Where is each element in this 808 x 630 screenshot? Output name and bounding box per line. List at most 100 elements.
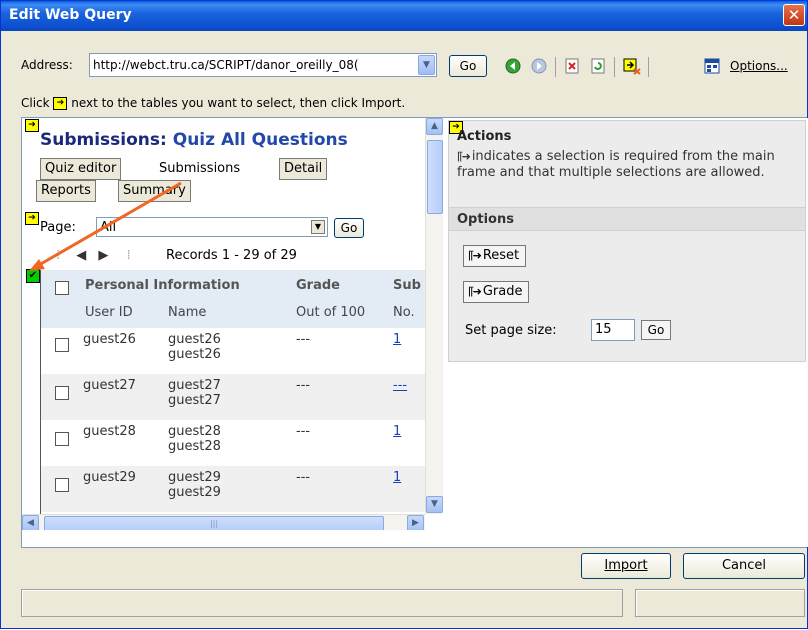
select-table-arrow-icon[interactable]: ➔ <box>25 212 39 225</box>
status-bar-secondary <box>635 589 805 617</box>
select-table-arrow-icon: ➔ <box>53 97 68 110</box>
reset-button[interactable]: ⌈⌈➜ Reset <box>463 245 527 267</box>
toolbar-separator <box>555 57 556 77</box>
tab-quiz-editor[interactable]: Quiz editor <box>40 158 122 180</box>
vertical-scroll-thumb[interactable] <box>427 140 443 214</box>
cell-name-line1: guest29 <box>168 470 221 485</box>
page-size-label: Set page size: <box>465 323 557 338</box>
stop-icon[interactable] <box>563 57 581 75</box>
prev-page-icon[interactable]: ◀ <box>76 248 86 263</box>
horizontal-scroll-thumb[interactable]: ||| <box>44 516 384 530</box>
row-checkbox[interactable] <box>55 432 69 446</box>
multi-select-icon: ⌈⌈➜ <box>468 249 482 262</box>
scroll-left-icon[interactable]: ◀ <box>22 515 39 530</box>
vertical-scrollbar[interactable]: ▲ ▼ <box>425 118 443 514</box>
options-header: Options <box>449 207 805 231</box>
cell-user-id: guest28 <box>83 424 136 439</box>
tab-summary[interactable]: Summary <box>118 180 191 202</box>
options-button[interactable]: Options... <box>730 59 788 73</box>
cell-grade: --- <box>296 424 311 439</box>
window-title: Edit Web Query <box>9 7 132 23</box>
page-select[interactable]: All ▼ <box>96 217 328 237</box>
tab-submissions[interactable]: Submissions <box>154 158 246 180</box>
toolbar-separator <box>648 57 649 77</box>
scroll-down-icon[interactable]: ▼ <box>426 496 443 513</box>
cell-user-id: guest29 <box>83 470 136 485</box>
web-preview-frame: ➔ Submissions: Quiz All Questions Quiz e… <box>21 117 808 548</box>
import-button[interactable]: Import <box>581 553 671 579</box>
hint-click-label: Click <box>21 96 50 110</box>
address-label: Address: <box>21 58 73 72</box>
tab-reports[interactable]: Reports <box>36 180 96 202</box>
select-table-arrow-icon[interactable]: ➔ <box>25 119 39 132</box>
grade-label: Grade <box>482 284 523 299</box>
cell-sub-link[interactable]: 1 <box>393 332 401 347</box>
cell-name-line1: guest27 <box>168 378 221 393</box>
hint-instruction-label: next to the tables you want to select, t… <box>71 96 406 110</box>
main-frame: ➔ Submissions: Quiz All Questions Quiz e… <box>22 118 446 530</box>
header-sub: Sub <box>393 278 421 293</box>
title-quiz: Quiz All Questions <box>172 130 348 150</box>
multi-select-icon: ⌈⌈➜ <box>468 285 482 298</box>
select-all-checkbox[interactable] <box>55 281 69 295</box>
cell-sub-link[interactable]: 1 <box>393 424 401 439</box>
options-icon[interactable] <box>703 57 721 75</box>
cell-name: guest26 guest26 <box>168 332 221 362</box>
reset-label: Reset <box>482 248 520 263</box>
header-name: Name <box>168 305 207 320</box>
scroll-up-icon[interactable]: ▲ <box>426 118 443 135</box>
horizontal-scrollbar[interactable]: ◀ ||| ▶ <box>22 514 425 530</box>
chevron-down-icon[interactable]: ▼ <box>418 55 435 75</box>
cell-name-line2: guest28 <box>168 439 221 454</box>
scroll-right-icon[interactable]: ▶ <box>407 515 424 530</box>
cell-user-id: guest26 <box>83 332 136 347</box>
address-combobox[interactable]: http://webct.tru.ca/SCRIPT/danor_oreilly… <box>89 53 437 77</box>
page-size-input[interactable]: 15 <box>591 319 635 341</box>
grade-button[interactable]: ⌈⌈➜ Grade <box>463 281 530 303</box>
cell-grade: --- <box>296 470 311 485</box>
table-row: guest26 guest26 guest26 --- 1 <box>41 328 431 374</box>
show-icons-icon[interactable] <box>623 57 641 75</box>
title-main: Submissions: <box>40 130 173 150</box>
cell-name-line2: guest27 <box>168 393 221 408</box>
tab-detail[interactable]: Detail <box>279 158 328 180</box>
table-row: guest27 guest27 guest27 --- --- <box>41 374 431 420</box>
cancel-button[interactable]: Cancel <box>683 553 805 579</box>
instruction-text: Click ➔ next to the tables you want to s… <box>21 96 405 110</box>
header-out-of: Out of 100 <box>296 305 366 320</box>
cell-grade: --- <box>296 332 311 347</box>
cell-name-line2: guest26 <box>168 347 221 362</box>
cell-sub-link[interactable]: 1 <box>393 470 401 485</box>
submissions-table: Personal Information Grade Sub User ID N… <box>40 270 431 520</box>
cell-name: guest28 guest28 <box>168 424 221 454</box>
toolbar-separator <box>614 57 615 77</box>
forward-icon[interactable] <box>530 57 548 75</box>
row-checkbox[interactable] <box>55 478 69 492</box>
refresh-icon[interactable] <box>589 57 607 75</box>
header-user-id: User ID <box>85 305 133 320</box>
title-bar[interactable]: Edit Web Query ✕ <box>1 1 807 31</box>
records-count: Records 1 - 29 of 29 <box>166 248 297 263</box>
close-button[interactable]: ✕ <box>783 4 805 26</box>
cell-name: guest29 guest29 <box>168 470 221 500</box>
page-go-button[interactable]: Go <box>334 218 364 238</box>
header-no: No. <box>393 305 415 320</box>
status-bar-main <box>21 589 623 617</box>
chevron-down-icon[interactable]: ▼ <box>311 220 325 234</box>
actions-frame: ➔ Actions ⌈⌈➜ indicates a selection is re… <box>446 118 808 547</box>
go-button[interactable]: Go <box>449 55 487 77</box>
header-personal-information: Personal Information <box>85 278 240 293</box>
selected-table-check-icon[interactable]: ✔ <box>26 269 40 283</box>
table-header: Personal Information Grade Sub User ID N… <box>41 270 431 328</box>
actions-description: ⌈⌈➜ indicates a selection is required fro… <box>457 149 787 181</box>
edit-web-query-dialog: Edit Web Query ✕ Address: http://webct.t… <box>0 0 808 629</box>
cell-sub-link[interactable]: --- <box>393 378 407 393</box>
cell-name-line1: guest26 <box>168 332 221 347</box>
row-checkbox[interactable] <box>55 386 69 400</box>
back-icon[interactable] <box>504 57 522 75</box>
cell-name-line2: guest29 <box>168 485 221 500</box>
next-page-icon[interactable]: ▶ <box>98 248 108 263</box>
page-size-go-button[interactable]: Go <box>641 320 671 340</box>
actions-panel: ➔ Actions ⌈⌈➜ indicates a selection is re… <box>448 120 806 362</box>
row-checkbox[interactable] <box>55 338 69 352</box>
